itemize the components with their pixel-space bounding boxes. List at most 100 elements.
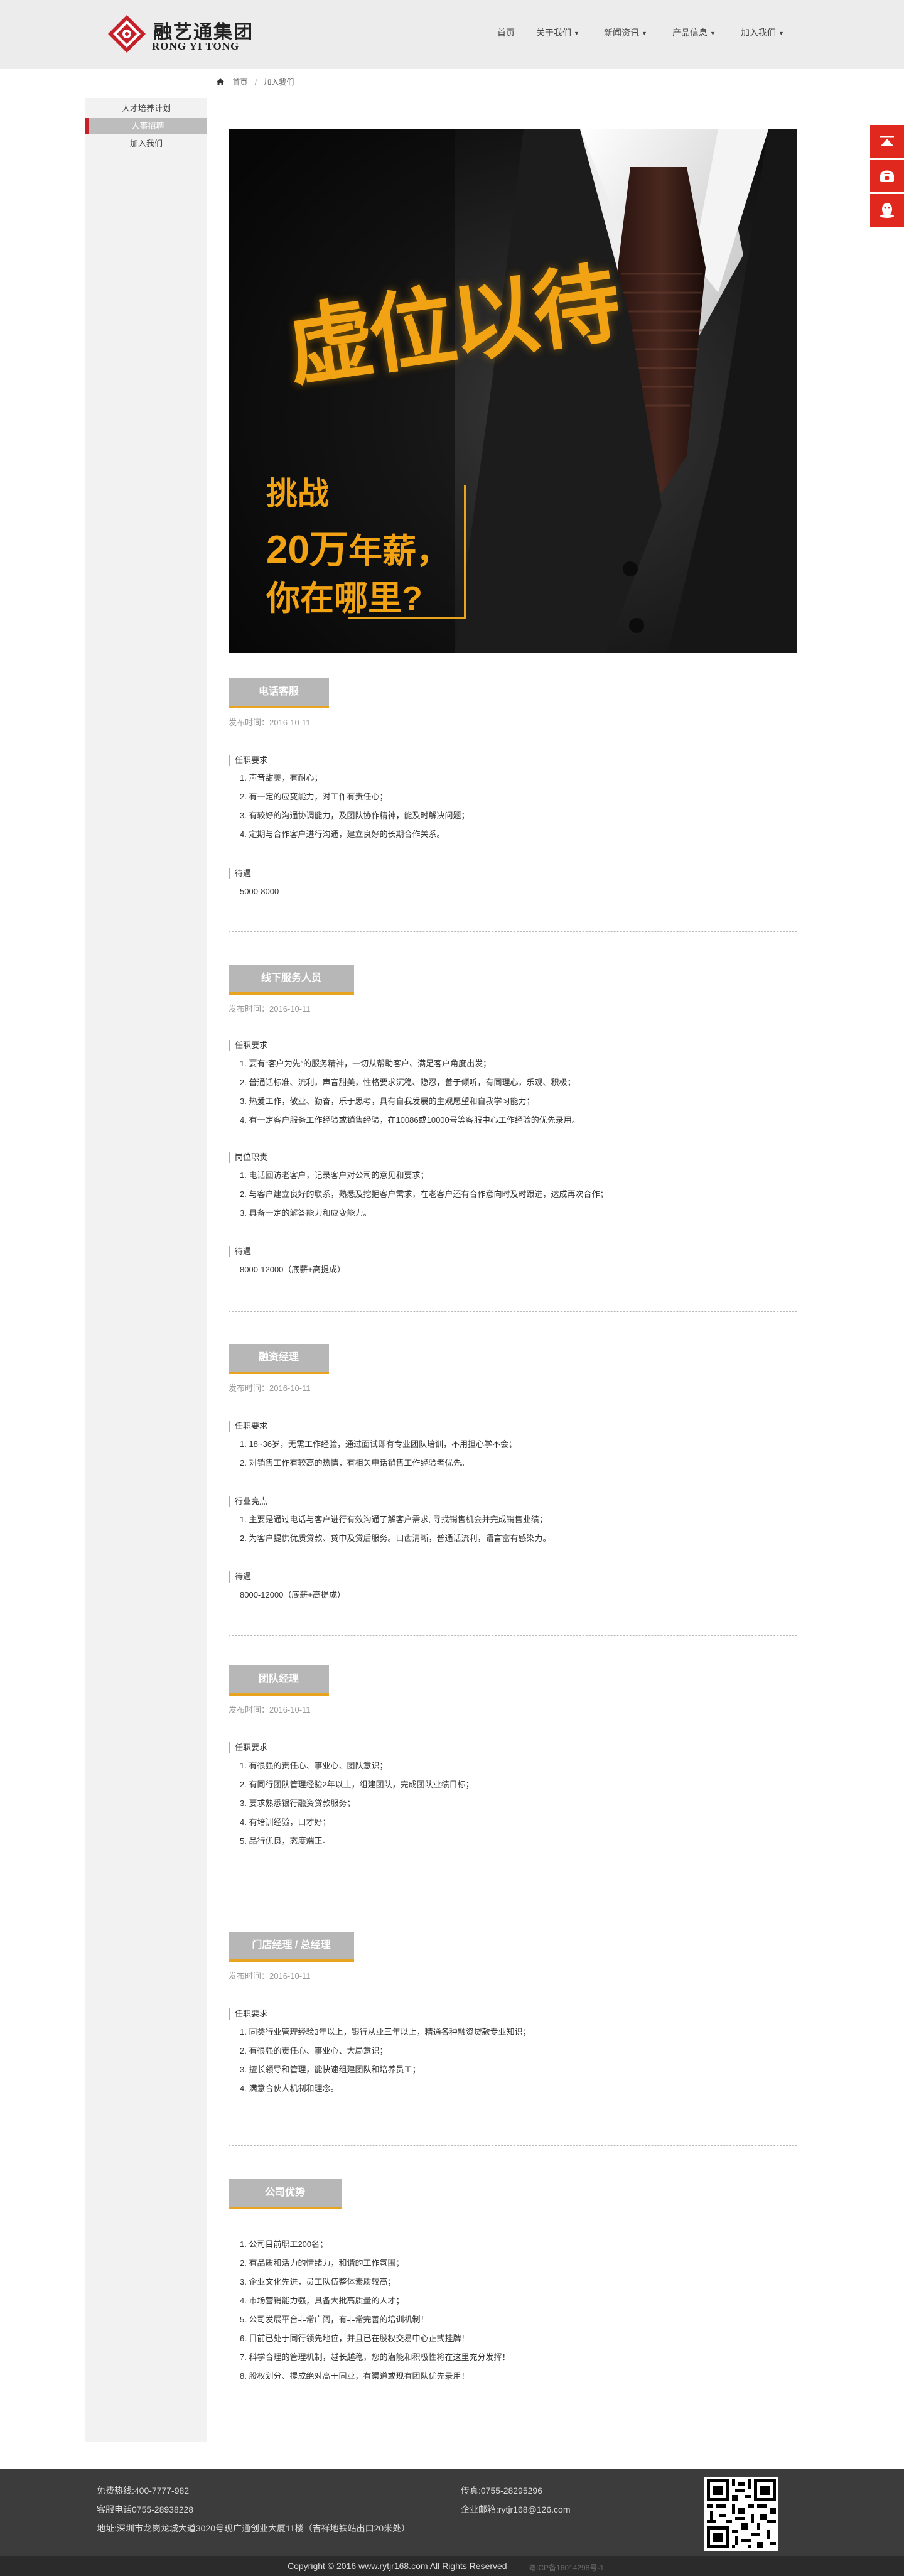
sidebar-item-join[interactable]: 加入我们 — [85, 136, 207, 152]
footer-hotline: 免费热线:400-7777-982 — [97, 2486, 190, 2496]
list-item: 2. 对销售工作有较高的热情，有相关电话销售工作经验者优先。 — [240, 1458, 470, 1468]
job-date: 发布时间：2016-10-11 — [229, 718, 311, 727]
salary-value: 8000-12000（底薪+高提成） — [240, 1590, 345, 1599]
list-item: 2. 有一定的应变能力，对工作有责任心； — [240, 792, 388, 801]
banner-line2: 20万年薪， — [266, 517, 450, 574]
sidebar-item-training[interactable]: 人才培养计划 — [85, 100, 207, 117]
job-title: 公司优势 — [229, 2179, 342, 2209]
list-item: 3. 热爱工作，敬业、勤奋，乐于思考，具有自我发展的主观愿望和自我学习能力； — [240, 1096, 535, 1106]
list-item: 1. 公司目前职工200名； — [240, 2239, 328, 2249]
banner-salary-text: 年薪， — [348, 533, 450, 570]
nav-about[interactable]: 关于我们 ▼ — [536, 26, 579, 39]
salary-value: 8000-12000（底薪+高提成） — [240, 1265, 345, 1274]
salary-value: 5000-8000 — [240, 887, 279, 896]
section-heading: 任职要求 — [229, 2008, 267, 2020]
section-heading: 任职要求 — [229, 1040, 267, 1051]
copyright: Copyright © 2016 www.rytjr168.com All Ri… — [288, 2561, 507, 2571]
list-item: 4. 市场营销能力强，具备大批高质量的人才； — [240, 2296, 404, 2305]
list-item: 4. 有培训经验，口才好； — [240, 1817, 331, 1827]
job-title: 团队经理 — [229, 1665, 329, 1696]
logo-english-name: RONG YI TONG — [152, 40, 240, 52]
list-item: 4. 有一定客户服务工作经验或销售经验，在10086或10000号等客服中心工作… — [240, 1115, 580, 1125]
section-divider — [229, 2145, 797, 2146]
section-heading: 任职要求 — [229, 1742, 267, 1753]
home-icon — [217, 78, 224, 85]
list-item: 5. 公司发展平台非常广阔，有非常完善的培训机制！ — [240, 2315, 429, 2324]
footer-address: 地址:深圳市龙岗龙城大道3020号现广通创业大厦11楼（吉祥地铁站出口20米处） — [97, 2523, 411, 2533]
list-item: 2. 有很强的责任心、事业心、大局意识； — [240, 2046, 388, 2055]
icp-record[interactable]: 粤ICP备16014298号-1 — [529, 2562, 604, 2573]
list-item: 4. 定期与合作客户进行沟通，建立良好的长期合作关系。 — [240, 830, 445, 839]
sidebar: 人才培养计划 人事招聘 加入我们 — [85, 98, 207, 2442]
nav-news[interactable]: 新闻资讯 ▼ — [604, 26, 647, 39]
caret-down-icon: ▼ — [778, 30, 784, 36]
banner-line1: 挑战 — [266, 476, 329, 511]
list-item: 3. 要求熟悉银行融资贷款服务； — [240, 1799, 355, 1808]
list-item: 3. 企业文化先进，员工队伍整体素质较高； — [240, 2277, 396, 2286]
banner-salary-number: 20万 — [266, 528, 348, 571]
to-top-icon — [880, 136, 894, 146]
section-divider — [229, 1635, 797, 1636]
qr-code — [704, 2477, 778, 2551]
job-title: 线下服务人员 — [229, 965, 354, 995]
footer-email[interactable]: 企业邮箱:rytjr168@126.com — [461, 2503, 570, 2516]
list-item: 6. 目前已处于同行领先地位，并且已在股权交易中心正式挂牌！ — [240, 2334, 470, 2343]
recruitment-banner: 虚位以待 挑战 20万年薪， 你在哪里? — [229, 129, 797, 653]
company-logo[interactable]: 融艺通集团 RONG YI TONG — [107, 14, 264, 55]
nav-home[interactable]: 首页 — [497, 26, 515, 39]
logo-emblem-icon — [108, 15, 146, 53]
caret-down-icon: ▼ — [574, 30, 579, 36]
job-title: 融资经理 — [229, 1344, 329, 1374]
breadcrumb-current: 加入我们 — [264, 78, 294, 87]
list-item: 2. 与客户建立良好的联系，熟悉及挖掘客户需求，在老客户还有合作意向时及时跟进，… — [240, 1189, 608, 1199]
footer-service-phone: 客服电话0755-28938228 — [97, 2504, 194, 2514]
section-heading: 岗位职责 — [229, 1152, 267, 1163]
job-date: 发布时间：2016-10-11 — [229, 1705, 311, 1714]
caret-down-icon: ▼ — [642, 30, 647, 36]
job-title: 门店经理 / 总经理 — [229, 1932, 354, 1962]
list-item: 2. 有同行团队管理经验2年以上，组建团队，完成团队业绩目标； — [240, 1780, 474, 1789]
top-header: 融艺通集团 RONG YI TONG 首页 关于我们 ▼ 新闻资讯 ▼ 产品信息 ▼ … — [0, 0, 904, 69]
list-item: 1. 声音甜美，有耐心； — [240, 773, 323, 782]
sidebar-item-recruitment[interactable]: 人事招聘 — [85, 118, 207, 134]
list-item: 1. 同类行业管理经验3年以上，银行从业三年以上，精通各种融资贷款专业知识； — [240, 2027, 531, 2037]
section-heading: 行业亮点 — [229, 1496, 267, 1507]
job-title: 电话客服 — [229, 678, 329, 708]
phone-button[interactable] — [870, 160, 904, 192]
list-item: 2. 普通话标准、流利，声音甜美，性格要求沉稳、隐忍，善于倾听，有同理心，乐观、… — [240, 1078, 576, 1087]
job-date: 发布时间：2016-10-11 — [229, 1383, 311, 1393]
section-heading: 待遇 — [229, 1571, 251, 1583]
list-item: 3. 擅长领导和管理，能快速组建团队和培养员工； — [240, 2065, 421, 2074]
list-item: 2. 为客户提供优质贷款、贷中及贷后服务。口齿清晰，普通话流利，语言富有感染力。 — [240, 1534, 551, 1543]
breadcrumb: 首页 / 加入我们 — [217, 77, 294, 87]
list-item: 1. 要有“客户为先”的服务精神，一切从帮助客户、满足客户角度出发； — [240, 1059, 492, 1068]
back-to-top-button[interactable] — [870, 125, 904, 158]
nav-products[interactable]: 产品信息 ▼ — [672, 26, 716, 39]
nav-join[interactable]: 加入我们 ▼ — [741, 26, 784, 39]
qr-code-icon — [707, 2479, 776, 2548]
section-heading: 任职要求 — [229, 755, 267, 766]
list-item: 1. 18~36岁，无需工作经验，通过面试即有专业团队培训，不用担心学不会； — [240, 1439, 517, 1449]
list-item: 8. 股权划分、提成绝对高于同业，有渠道或现有团队优先录用！ — [240, 2371, 470, 2381]
list-item: 1. 主要是通过电话与客户进行有效沟通了解客户需求, 寻找销售机会并完成销售业绩… — [240, 1515, 547, 1524]
banner-line3: 你在哪里? — [266, 580, 422, 617]
footer-fax: 传真:0755-28295296 — [461, 2486, 542, 2496]
footer: 免费热线:400-7777-982 客服电话0755-28938228 地址:深… — [0, 2469, 904, 2556]
section-heading: 待遇 — [229, 1246, 251, 1257]
section-divider — [229, 931, 797, 932]
section-heading: 待遇 — [229, 868, 251, 879]
list-item: 7. 科学合理的管理机制，越长越稳，您的潜能和积极性将在这里充分发挥！ — [240, 2352, 510, 2362]
phone-icon — [880, 170, 894, 182]
list-item: 5. 品行优良，态度端正。 — [240, 1836, 331, 1846]
footer-bottom-bar: Copyright © 2016 www.rytjr168.com All Ri… — [0, 2556, 904, 2576]
qq-icon — [880, 203, 894, 218]
section-divider — [229, 1311, 797, 1312]
breadcrumb-home-link[interactable]: 首页 — [232, 78, 247, 87]
section-heading: 任职要求 — [229, 1421, 267, 1432]
list-item: 3. 具备一定的解答能力和应变能力。 — [240, 1208, 372, 1218]
breadcrumb-separator: / — [254, 78, 257, 87]
list-item: 3. 有较好的沟通协调能力，及团队协作精神，能及时解决问题； — [240, 811, 470, 820]
caret-down-icon: ▼ — [710, 30, 716, 36]
qq-button[interactable] — [870, 194, 904, 227]
job-date: 发布时间：2016-10-11 — [229, 1004, 311, 1014]
